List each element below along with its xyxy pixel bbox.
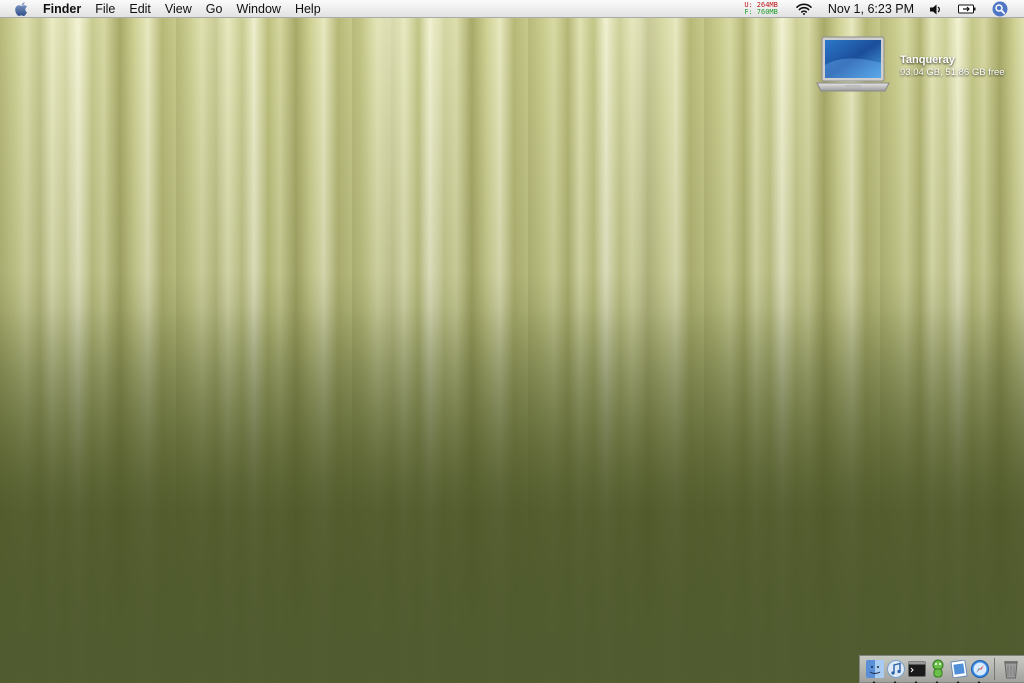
menu-edit[interactable]: Edit [122,0,158,18]
memory-free-label: F: [744,8,753,16]
dock-trash-icon[interactable] [1000,658,1021,680]
dock-safari-icon[interactable] [969,658,990,683]
dock-finder-icon[interactable] [864,658,885,683]
dock-separator [994,658,995,680]
volume-icon[interactable] [930,4,942,15]
memory-monitor[interactable]: U: 264MB F: 760MB [744,2,778,16]
menu-go[interactable]: Go [199,0,230,18]
disk-label: Tanqueray 93.04 GB, 51.86 GB free [900,54,1005,78]
spotlight-icon[interactable] [992,1,1008,17]
laptop-icon[interactable] [815,35,891,97]
menu-bar: Finder File Edit View Go Window Help U: … [0,0,1024,18]
menu-extras: U: 264MB F: 760MB Nov 1, 6:23 PM [744,0,1016,18]
menu-view[interactable]: View [158,0,199,18]
apple-menu-icon[interactable] [15,1,29,17]
menu-clock[interactable]: Nov 1, 6:23 PM [828,2,914,16]
battery-icon[interactable] [958,4,976,14]
menu-help[interactable]: Help [288,0,328,18]
dock-adium-icon[interactable] [927,658,948,683]
menu-file[interactable]: File [88,0,122,18]
memory-free-value: 760MB [756,8,778,16]
wifi-icon[interactable] [796,3,812,15]
wallpaper-shade [0,0,1024,683]
menu-window[interactable]: Window [229,0,287,18]
dock-terminal-icon[interactable] [906,658,927,683]
menu-app-finder[interactable]: Finder [43,0,88,18]
disk-name: Tanqueray [900,54,955,66]
dock [859,655,1024,683]
disk-info: 93.04 GB, 51.86 GB free [900,67,1005,78]
dock-itunes-icon[interactable] [885,658,906,683]
dock-preview-icon[interactable] [948,658,969,683]
desktop: Finder File Edit View Go Window Help U: … [0,0,1024,683]
